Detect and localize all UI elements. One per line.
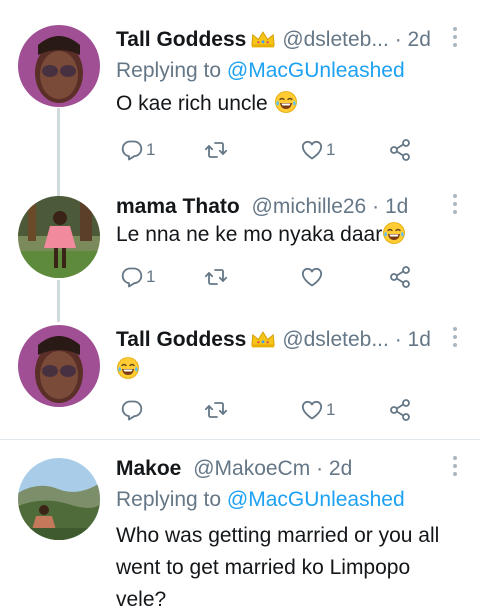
- tweet-header: Makoe @MakoeCm · 2d: [116, 454, 440, 484]
- display-name[interactable]: Makoe: [116, 457, 181, 480]
- share-icon: [388, 138, 412, 162]
- share-button[interactable]: [388, 397, 412, 423]
- tweet-text: O kae rich uncle: [116, 89, 460, 119]
- more-vertical-icon[interactable]: [452, 327, 458, 349]
- display-name[interactable]: Tall Goddess: [116, 328, 246, 351]
- crown-icon: [250, 30, 276, 49]
- tweet-text-content: Le nna ne ke mo nyaka daar: [116, 223, 383, 246]
- more-vertical-icon[interactable]: [452, 194, 458, 216]
- more-vertical-icon[interactable]: [452, 456, 458, 478]
- tweet-header: Tall Goddess @dsleteb... · 2d: [116, 25, 440, 55]
- tweet[interactable]: Tall Goddess @dsleteb... · 1d 1: [0, 325, 480, 435]
- separator-dot: ·: [394, 28, 402, 51]
- display-name[interactable]: mama Thato: [116, 195, 240, 218]
- like-count: 1: [326, 140, 336, 159]
- replying-to: Replying to @MacGUnleashed: [116, 485, 405, 515]
- replying-to-label: Replying to: [116, 59, 222, 82]
- reply-icon: [120, 138, 144, 162]
- share-icon: [388, 265, 412, 289]
- timestamp[interactable]: 1d: [385, 195, 408, 218]
- tweet-header: Tall Goddess @dsleteb... · 1d: [116, 325, 440, 355]
- reply-icon: [120, 398, 144, 422]
- retweet-button[interactable]: [204, 137, 230, 163]
- retweet-icon: [204, 265, 228, 289]
- heart-icon: [300, 265, 324, 289]
- avatar[interactable]: [18, 458, 100, 540]
- handle[interactable]: @dsleteb...: [282, 328, 389, 351]
- divider: [0, 439, 480, 440]
- tweet-text: [116, 355, 460, 385]
- retweet-button[interactable]: [204, 397, 230, 423]
- heart-icon: [300, 398, 324, 422]
- more-vertical-icon[interactable]: [452, 27, 458, 49]
- tweet-header: mama Thato @michille26 · 1d: [116, 192, 440, 222]
- like-button[interactable]: 1: [300, 397, 335, 423]
- separator-dot: ·: [394, 328, 402, 351]
- avatar[interactable]: [18, 25, 100, 107]
- display-name[interactable]: Tall Goddess: [116, 28, 246, 51]
- reply-button[interactable]: 1: [120, 137, 155, 163]
- replying-to-link[interactable]: @MacGUnleashed: [227, 59, 405, 82]
- retweet-icon: [204, 398, 228, 422]
- reply-button[interactable]: [120, 397, 146, 423]
- reply-count: 1: [146, 140, 156, 159]
- like-button[interactable]: [300, 264, 326, 290]
- tweet-text: Le nna ne ke mo nyaka daar: [116, 220, 460, 250]
- reply-icon: [120, 265, 144, 289]
- reply-button[interactable]: 1: [120, 264, 155, 290]
- handle[interactable]: @michille26: [252, 195, 367, 218]
- tweet[interactable]: Makoe @MakoeCm · 2d Replying to @MacGUnl…: [0, 454, 480, 611]
- tweet-text-content: O kae rich uncle: [116, 92, 268, 115]
- replying-to: Replying to @MacGUnleashed: [116, 56, 405, 86]
- timestamp[interactable]: 1d: [408, 328, 431, 351]
- crown-icon: [250, 330, 276, 349]
- handle[interactable]: @MakoeCm: [193, 457, 310, 480]
- replying-to-link[interactable]: @MacGUnleashed: [227, 488, 405, 511]
- share-button[interactable]: [388, 264, 412, 290]
- tweet[interactable]: mama Thato @michille26 · 1d Le nna ne ke…: [0, 192, 480, 302]
- share-button[interactable]: [388, 137, 412, 163]
- like-count: 1: [326, 400, 336, 419]
- tears-of-joy-icon: [382, 221, 406, 245]
- retweet-icon: [204, 138, 228, 162]
- tweet[interactable]: Tall Goddess @dsleteb... · 2d Replying to…: [0, 25, 480, 175]
- reply-count: 1: [146, 267, 156, 286]
- share-icon: [388, 398, 412, 422]
- tweet-text: Who was getting married or you all went …: [116, 524, 440, 611]
- like-button[interactable]: 1: [300, 137, 335, 163]
- avatar[interactable]: [18, 325, 100, 407]
- handle[interactable]: @dsleteb...: [282, 28, 389, 51]
- timestamp[interactable]: 2d: [329, 457, 352, 480]
- tears-of-joy-icon: [274, 90, 298, 114]
- tears-of-joy-icon: [116, 356, 140, 380]
- timestamp[interactable]: 2d: [408, 28, 431, 51]
- retweet-button[interactable]: [204, 264, 230, 290]
- avatar[interactable]: [18, 196, 100, 278]
- replying-to-label: Replying to: [116, 488, 222, 511]
- separator-dot: ·: [316, 457, 324, 480]
- separator-dot: ·: [372, 195, 380, 218]
- heart-icon: [300, 138, 324, 162]
